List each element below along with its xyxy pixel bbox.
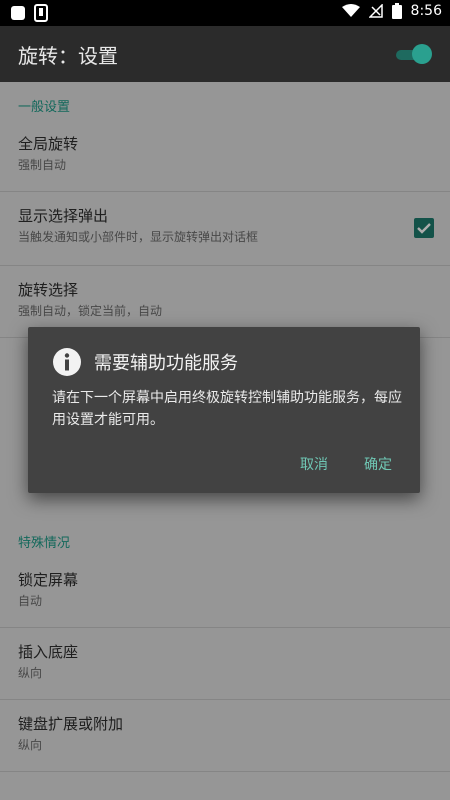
info-icon [53, 348, 81, 376]
dialog-header: 需要辅助功能服务 [52, 347, 238, 377]
notification-square-icon [11, 6, 25, 20]
dialog-message: 请在下一个屏幕中启用终极旋转控制辅助功能服务，每应用设置才能可用。 [52, 390, 402, 428]
dialog-title: 需要辅助功能服务 [94, 353, 238, 374]
clock: 8:56 [410, 3, 442, 19]
cancel-button[interactable]: 取消 [300, 454, 328, 474]
wifi-icon [341, 4, 360, 17]
status-bar: 8:56 [0, 0, 450, 26]
accessibility-dialog: 需要辅助功能服务 请在下一个屏幕中启用终极旋转控制辅助功能服务，每应用设置才能可… [28, 327, 420, 493]
dialog-buttons: 取消 确定 [300, 454, 392, 474]
app-bar: 旋转：设置 [0, 26, 450, 82]
signal-off-icon [368, 4, 383, 18]
ok-button[interactable]: 确定 [364, 454, 392, 474]
page-title: 旋转：设置 [18, 44, 118, 68]
master-toggle[interactable] [396, 43, 432, 65]
battery-icon [391, 3, 402, 19]
phone-notification-icon [34, 4, 48, 22]
